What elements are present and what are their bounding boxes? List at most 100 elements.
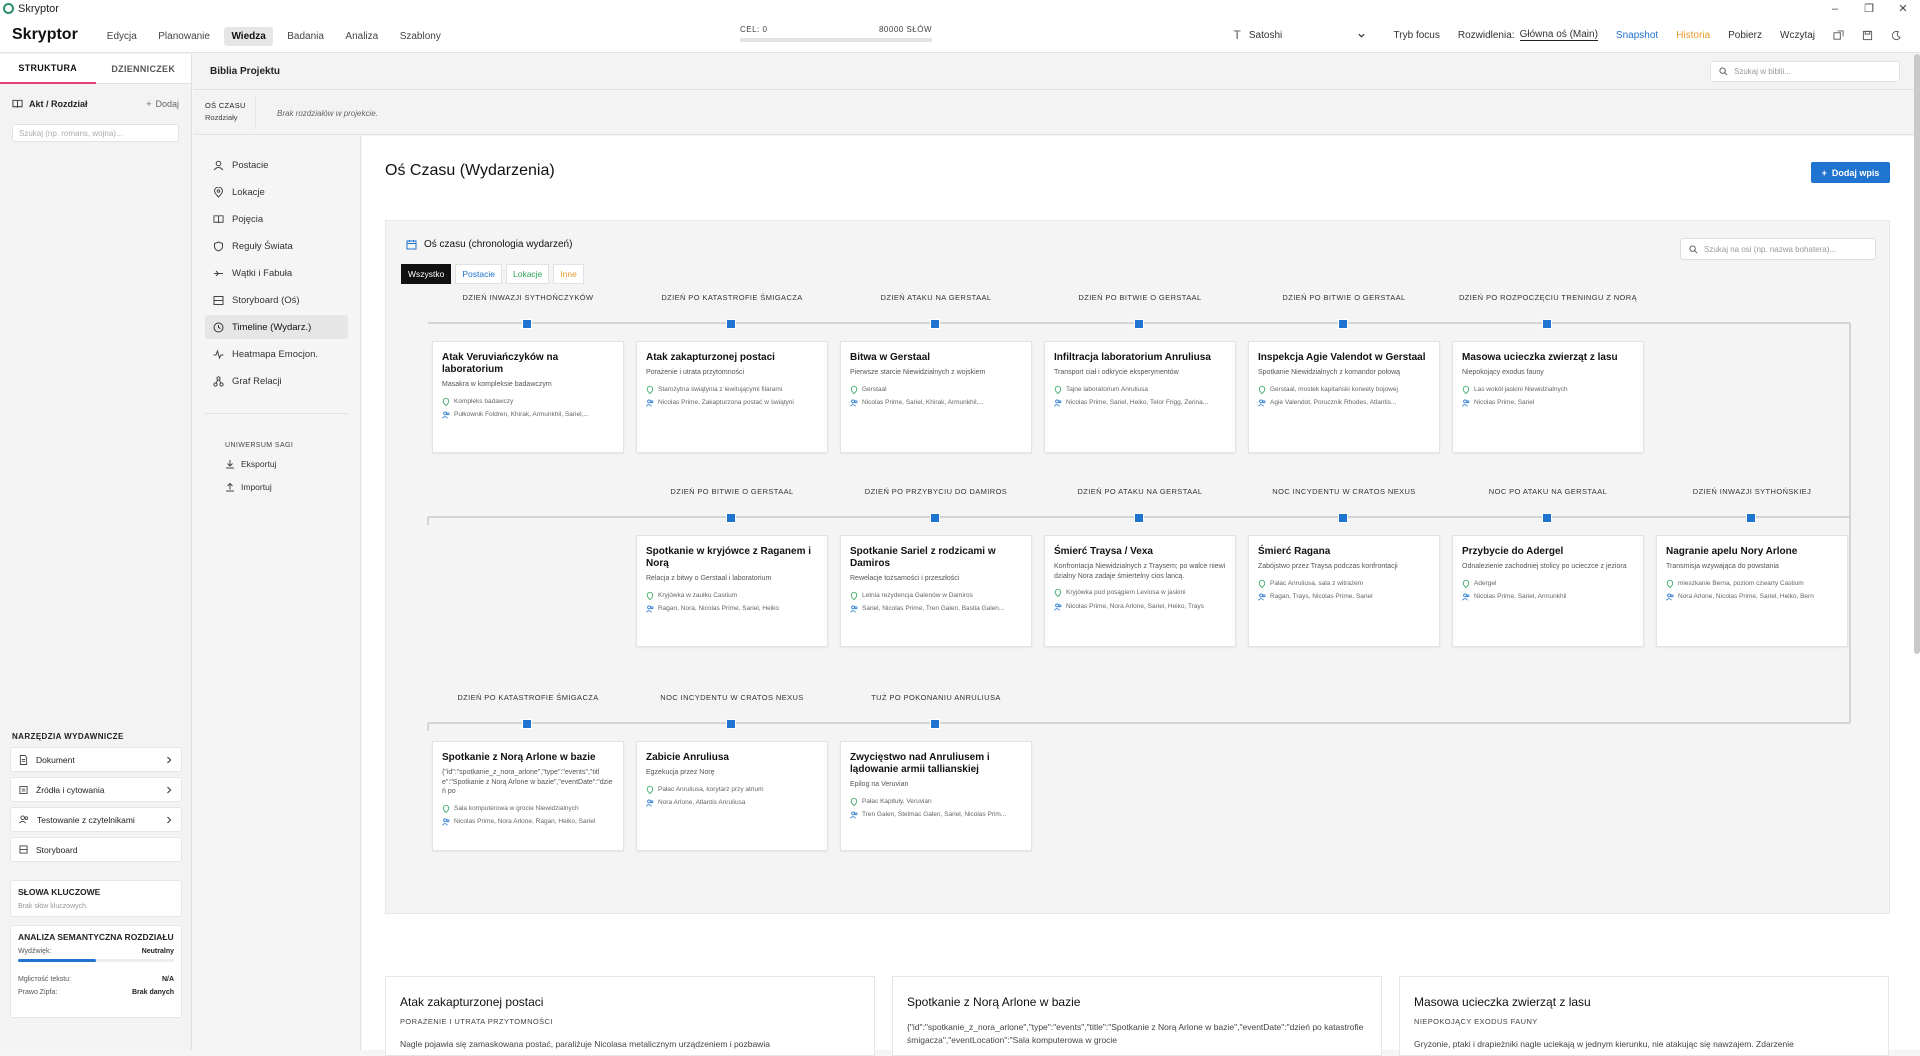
share-icon[interactable] (1833, 29, 1844, 41)
event-card[interactable]: Nagranie apelu Nory Arlone Transmisja wzy… (1656, 535, 1848, 647)
load-button[interactable]: Wczytaj (1780, 30, 1815, 41)
save-icon[interactable] (1862, 30, 1873, 41)
close-button[interactable]: ✕ (1886, 0, 1920, 17)
fog-label: Mgliстość tekstu: (18, 976, 71, 983)
branch-selector[interactable]: Rozwidlenia: Główna oś (Main) (1458, 29, 1598, 41)
chapter-search-input[interactable]: Szukaj (np. romans, wojna)... (12, 124, 179, 142)
nav-reguly-swiata[interactable]: Reguły Świata (205, 234, 348, 258)
import-label: Importuj (241, 482, 272, 492)
event-people-text: Nicolas Prime, Sariel, Armunkhil (1474, 593, 1567, 600)
timeline-dot[interactable] (1134, 319, 1144, 329)
users-icon (1054, 603, 1062, 612)
import-button[interactable]: Importuj (225, 482, 360, 492)
nav-graf-relacji[interactable]: Graf Relacji (205, 369, 348, 393)
filter-postacie[interactable]: Postacie (455, 264, 502, 284)
nav-lokacje[interactable]: Lokacje (205, 180, 348, 204)
timeline-dot[interactable] (726, 719, 736, 729)
minimize-button[interactable]: – (1818, 0, 1852, 17)
download-button[interactable]: Pobierz (1728, 30, 1762, 41)
add-chapter-button[interactable]: + Dodaj (146, 99, 179, 109)
timeline-dot[interactable] (1338, 513, 1348, 523)
universe-title: UNIWERSUM SAGI (225, 442, 294, 449)
thread-icon (213, 268, 224, 279)
users-icon (646, 799, 654, 808)
map-pin-icon (850, 385, 858, 395)
snapshot-button[interactable]: Snapshot (1616, 30, 1658, 41)
event-card[interactable]: Zabicie Anruliusa Egzekucja przez Norę Pał… (636, 741, 828, 851)
timeline-dot[interactable] (1542, 319, 1552, 329)
timeline-dot[interactable] (930, 513, 940, 523)
nav-watki[interactable]: Wątki i Fabuła (205, 261, 348, 285)
map-pin-icon (1666, 579, 1674, 589)
tool-reader-testing[interactable]: Testowanie z czytelnikami (10, 807, 182, 832)
clock-icon (213, 322, 224, 333)
timeline-dot[interactable] (726, 319, 736, 329)
event-card[interactable]: Infiltracja laboratorium Anruliusa Transp… (1044, 341, 1236, 453)
nav-badania[interactable]: Badania (280, 27, 331, 46)
tool-document[interactable]: Dokument (10, 747, 182, 772)
nav-timeline[interactable]: Timeline (Wydarz.) (205, 315, 348, 339)
event-card[interactable]: Przybycie do Adergel Odnalezienie zachodn… (1452, 535, 1644, 647)
bible-search-input[interactable]: Szukaj w biblii... (1710, 61, 1900, 82)
event-date: DZIEŃ PO PRZYBYCIU DO DAMIROS (864, 487, 1008, 496)
nav-pojecia[interactable]: Pojęcia (205, 207, 348, 231)
nav-analiza[interactable]: Analiza (338, 27, 385, 46)
add-label: Dodaj (155, 99, 179, 109)
event-location-text: mieszkanie Berna, poziom czwarty Castium (1678, 579, 1804, 587)
event-card[interactable]: Inspekcja Agie Valendot w Gerstaal Spotka… (1248, 341, 1440, 453)
detail-card[interactable]: Masowa ucieczka zwierząt z lasu NIEPOKOJ… (1399, 976, 1889, 1056)
font-select[interactable]: T Satoshi (1234, 28, 1366, 42)
filter-inne[interactable]: Inne (553, 264, 584, 284)
event-title: Nagranie apelu Nory Arlone (1666, 546, 1798, 557)
event-card[interactable]: Zwycięstwo nad Anruliusem i lądowanie ar… (840, 741, 1032, 851)
event-card[interactable]: Atak Veruviańczyków na laboratorium Masak… (432, 341, 624, 453)
timeline-dot[interactable] (522, 719, 532, 729)
map-pin-icon (213, 186, 224, 198)
theme-icon[interactable] (1891, 30, 1902, 41)
timeline-dot[interactable] (726, 513, 736, 523)
event-card[interactable]: Śmierć Traysa / Vexa Konfrontacja Niewidz… (1044, 535, 1236, 647)
timeline-filters: Wszystko Postacie Lokacje Inne (401, 264, 584, 284)
filter-all[interactable]: Wszystko (401, 264, 452, 284)
nav-edycja[interactable]: Edycja (100, 27, 144, 46)
timeline-dot[interactable] (522, 319, 532, 329)
tool-storyboard[interactable]: Storyboard (10, 837, 182, 862)
event-card[interactable]: Atak zakapturzonej postaci Porażenie i ut… (636, 341, 828, 453)
event-card[interactable]: Spotkanie Sariel z rodzicami w Damiros Re… (840, 535, 1032, 647)
timeline-dot[interactable] (1338, 319, 1348, 329)
nav-szablony[interactable]: Szablony (393, 27, 448, 46)
nav-storyboard[interactable]: Storyboard (Oś) (205, 288, 348, 312)
history-button[interactable]: Historia (1676, 30, 1710, 41)
timeline-dot[interactable] (1746, 513, 1756, 523)
timeline-dot[interactable] (930, 719, 940, 729)
tool-sources[interactable]: Źródła i cytowania (10, 777, 182, 802)
event-card[interactable]: Śmierć Ragana Zabójstwo przez Traysa podc… (1248, 535, 1440, 647)
filter-lokacje[interactable]: Lokacje (505, 264, 550, 284)
event-card[interactable]: Spotkanie z Norą Arlone w bazie {"id":"sp… (432, 741, 624, 851)
export-button[interactable]: Eksportuj (225, 459, 360, 469)
focus-mode-button[interactable]: Tryb focus (1394, 30, 1440, 41)
divider (255, 97, 256, 129)
event-card[interactable]: Spotkanie w kryjówce z Raganem i Norą Rel… (636, 535, 828, 647)
nav-heatmapa[interactable]: Heatmapa Emocjon. (205, 342, 348, 366)
tab-dzienniczek[interactable]: DZIENNICZEK (95, 54, 191, 84)
timeline-dot[interactable] (930, 319, 940, 329)
event-card[interactable]: Masowa ucieczka zwierząt z lasu Niepokoją… (1452, 341, 1644, 453)
scrollbar[interactable] (1914, 54, 1920, 654)
nav-planowanie[interactable]: Planowanie (151, 27, 217, 46)
search-icon (1689, 244, 1698, 254)
add-entry-button[interactable]: + Dodaj wpis (1811, 162, 1890, 183)
detail-card[interactable]: Atak zakapturzonej postaci PORAŻENIE I U… (385, 976, 875, 1056)
nav-wiedza[interactable]: Wiedza (224, 26, 273, 46)
event-location: Pałac Anruliusa, korytarz przy atrium (646, 786, 818, 795)
timeline-dot[interactable] (1134, 513, 1144, 523)
timeline-dot[interactable] (1542, 513, 1552, 523)
window-title: Skryptor (18, 2, 59, 15)
maximize-button[interactable]: ❐ (1852, 0, 1886, 17)
detail-card[interactable]: Spotkanie z Norą Arlone w bazie {"id":"s… (892, 976, 1382, 1056)
bible-search-placeholder: Szukaj w biblii... (1734, 67, 1791, 76)
event-card[interactable]: Bitwa w Gerstaal Pierwsze starcie Niewidz… (840, 341, 1032, 453)
tab-struktura[interactable]: STRUKTURA (0, 54, 96, 84)
nav-postacie[interactable]: Postacie (205, 153, 348, 177)
timeline-search-input[interactable]: Szukaj na osi (np. nazwa bohatera)... (1680, 238, 1876, 260)
